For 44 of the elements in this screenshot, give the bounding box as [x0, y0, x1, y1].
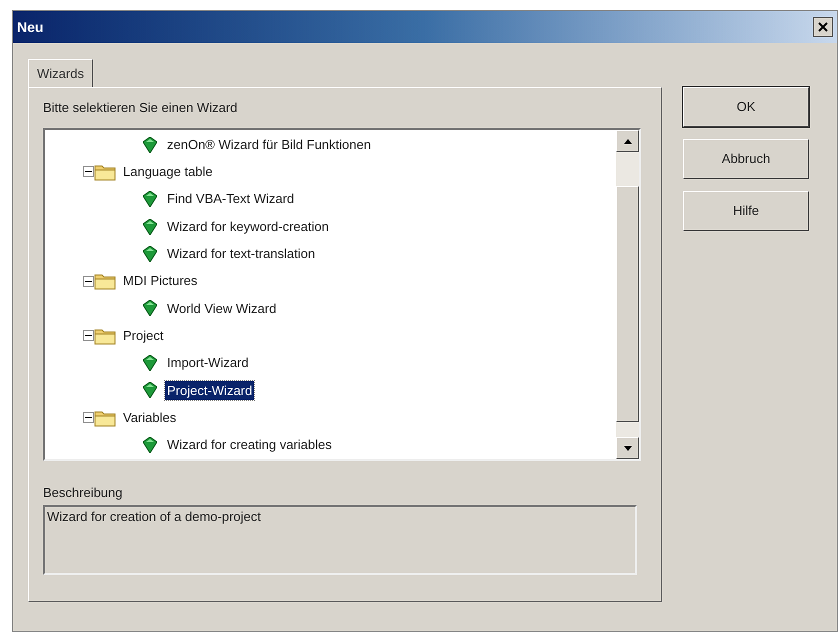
folder-icon [94, 326, 116, 345]
help-button[interactable]: Hilfe [683, 191, 809, 231]
description-label: Beschreibung [43, 484, 124, 502]
folder-item[interactable]: Variables [121, 408, 178, 428]
folder-icon [94, 408, 116, 427]
folder-icon [94, 162, 116, 181]
wizard-item[interactable]: Import-Wizard [165, 353, 251, 373]
down-arrow-icon [624, 446, 632, 450]
gem-icon [143, 191, 157, 208]
gem-icon [143, 382, 157, 398]
wizard-item[interactable]: zenOn® Wizard für Bild Funktionen [165, 134, 373, 154]
gem-icon [143, 300, 157, 316]
gem-icon [143, 136, 157, 153]
gem-icon [143, 218, 157, 235]
wizard-item[interactable]: Find VBA-Text Wizard [165, 189, 296, 209]
collapse-toggle[interactable] [83, 276, 94, 287]
wizard-item[interactable]: World View Wizard [165, 298, 278, 318]
cancel-button[interactable]: Abbruch [683, 139, 809, 179]
prompt-label: Bitte selektieren Sie einen Wizard [43, 99, 238, 117]
window-title: Neu [17, 18, 44, 36]
ok-button[interactable]: OK [683, 87, 809, 127]
scrollbar[interactable] [616, 130, 639, 459]
wizards-tab[interactable]: Wizards [28, 59, 93, 87]
collapse-toggle[interactable] [83, 412, 94, 424]
scroll-thumb[interactable] [616, 186, 639, 422]
scroll-up-button[interactable] [616, 130, 639, 152]
close-button[interactable] [813, 17, 833, 37]
up-arrow-icon [624, 138, 632, 144]
folder-item[interactable]: Project [121, 326, 166, 346]
collapse-toggle[interactable] [83, 330, 94, 342]
collapse-toggle[interactable] [83, 166, 94, 178]
gem-icon [143, 246, 157, 262]
close-icon [818, 22, 828, 32]
folder-item[interactable]: Language table [121, 162, 215, 182]
description-box: Wizard for creation of a demo-project [43, 505, 637, 575]
folder-icon [94, 272, 116, 290]
scroll-down-button[interactable] [616, 437, 639, 459]
wizard-item[interactable]: Wizard for keyword-creation [165, 216, 331, 236]
gem-icon [143, 355, 157, 372]
folder-item[interactable]: MDI Pictures [121, 271, 200, 291]
wizard-item[interactable]: Project-Wizard [165, 380, 254, 400]
wizard-item[interactable]: Wizard for creating variables [165, 435, 334, 455]
wizard-item[interactable]: Wizard for text-translation [165, 244, 318, 264]
gem-icon [143, 436, 157, 453]
